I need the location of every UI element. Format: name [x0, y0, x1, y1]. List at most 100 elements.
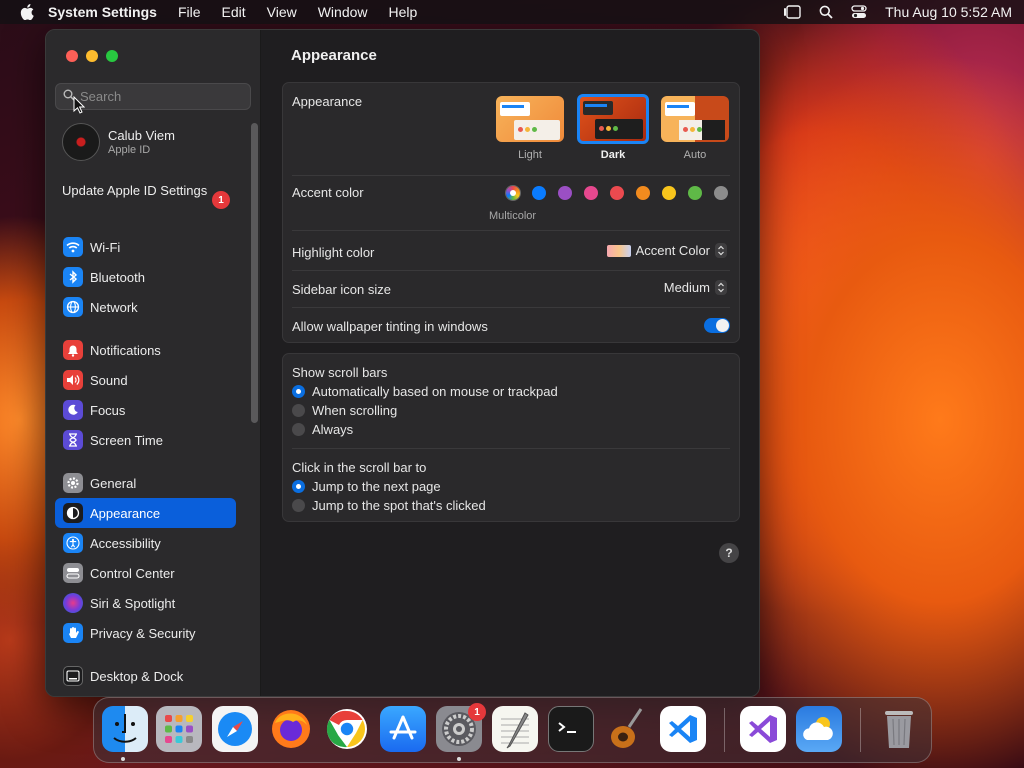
radio-label: Jump to the next page — [312, 479, 441, 494]
dock-safari-icon[interactable] — [212, 706, 258, 752]
moon-icon — [63, 400, 83, 420]
menu-view[interactable]: View — [267, 4, 297, 20]
accent-color-red[interactable] — [610, 186, 624, 200]
dock-finder-icon[interactable] — [102, 706, 148, 752]
dock-chrome-icon[interactable] — [324, 706, 370, 752]
sidebar-item-label: Screen Time — [90, 432, 163, 448]
apple-menu-icon[interactable] — [20, 4, 34, 20]
update-apple-id-settings[interactable]: Update Apple ID Settings — [62, 183, 232, 199]
click-scroll-bar-label: Click in the scroll bar to — [292, 460, 427, 475]
sidebar-scrollbar[interactable] — [251, 123, 258, 423]
search-input[interactable] — [80, 89, 240, 104]
dock-terminal-icon[interactable] — [548, 706, 594, 752]
sidebar-item-focus[interactable]: Focus — [55, 395, 236, 425]
dock-visual-studio-icon[interactable] — [740, 706, 786, 752]
accent-color-label: Accent color — [292, 185, 364, 200]
menu-help[interactable]: Help — [389, 4, 418, 20]
gear-icon — [63, 473, 83, 493]
menu-file[interactable]: File — [178, 4, 201, 20]
minimize-window-button[interactable] — [86, 50, 98, 62]
menu-app-name[interactable]: System Settings — [48, 4, 157, 20]
globe-icon — [63, 297, 83, 317]
sidebar-item-label: Accessibility — [90, 535, 161, 551]
siri-icon — [63, 593, 83, 613]
sidebar-item-label: Sound — [90, 372, 128, 388]
apple-id-profile[interactable]: Calub Viem Apple ID — [62, 123, 175, 161]
radio-button[interactable] — [292, 385, 305, 398]
scroll-bars-always-option[interactable]: Always — [292, 422, 353, 437]
close-window-button[interactable] — [66, 50, 78, 62]
menu-edit[interactable]: Edit — [222, 4, 246, 20]
avatar — [62, 123, 100, 161]
sidebar-item-sound[interactable]: Sound — [55, 365, 236, 395]
scroll-click-next-page-option[interactable]: Jump to the next page — [292, 479, 441, 494]
sidebar-item-network[interactable]: Network — [55, 292, 236, 322]
appearance-option-auto[interactable] — [661, 96, 729, 142]
accent-color-pink[interactable] — [584, 186, 598, 200]
zoom-window-button[interactable] — [106, 50, 118, 62]
appearance-option-auto-label: Auto — [683, 149, 707, 161]
profile-name: Calub Viem — [108, 128, 175, 143]
highlight-color-swatch — [606, 244, 631, 257]
help-button[interactable]: ? — [719, 543, 739, 563]
accent-color-orange[interactable] — [636, 186, 650, 200]
radio-button[interactable] — [292, 404, 305, 417]
dock: 1 — [93, 697, 932, 763]
sidebar-item-label: Desktop & Dock — [90, 668, 184, 684]
sidebar-item-general[interactable]: General — [55, 468, 236, 498]
show-scroll-bars-label: Show scroll bars — [292, 365, 388, 380]
sidebar-item-siri-spotlight[interactable]: Siri & Spotlight — [55, 588, 236, 618]
sidebar-item-screen-time[interactable]: Screen Time — [55, 425, 236, 455]
sidebar-item-control-center[interactable]: Control Center — [55, 558, 236, 588]
menubar: System Settings File Edit View Window He… — [0, 0, 1024, 24]
accent-color-purple[interactable] — [558, 186, 572, 200]
appearance-option-light[interactable] — [496, 96, 564, 142]
dock-weather-icon[interactable] — [796, 706, 842, 752]
dock-textedit-icon[interactable] — [492, 706, 538, 752]
profile-subtitle: Apple ID — [108, 144, 151, 156]
appearance-option-dark[interactable] — [577, 94, 649, 144]
dock-icon — [63, 666, 83, 686]
sidebar-list: Wi-Fi Bluetooth Network Notifications So… — [55, 232, 236, 691]
dock-launchpad-icon[interactable] — [156, 706, 202, 752]
sidebar-item-accessibility[interactable]: Accessibility — [55, 528, 236, 558]
radio-button[interactable] — [292, 423, 305, 436]
sidebar-item-appearance[interactable]: Appearance — [55, 498, 236, 528]
scroll-bars-when-scrolling-option[interactable]: When scrolling — [292, 403, 397, 418]
radio-label: Automatically based on mouse or trackpad — [312, 384, 558, 399]
sidebar-item-wifi[interactable]: Wi-Fi — [55, 232, 236, 262]
sidebar-icon-size-popup[interactable]: Medium — [664, 280, 727, 295]
menubar-clock[interactable]: Thu Aug 10 5:52 AM — [885, 4, 1012, 20]
dock-running-indicator — [457, 757, 461, 761]
wallpaper-tinting-toggle[interactable] — [704, 318, 730, 333]
menu-window[interactable]: Window — [318, 4, 368, 20]
bluetooth-icon — [63, 267, 83, 287]
stage-manager-icon[interactable] — [783, 5, 801, 19]
accent-color-graphite[interactable] — [714, 186, 728, 200]
sidebar-item-bluetooth[interactable]: Bluetooth — [55, 262, 236, 292]
control-center-menu-icon[interactable] — [851, 5, 867, 19]
dock-app-store-icon[interactable] — [380, 706, 426, 752]
dock-firefox-icon[interactable] — [268, 706, 314, 752]
speaker-icon — [63, 370, 83, 390]
accent-color-blue[interactable] — [532, 186, 546, 200]
spotlight-search-icon[interactable] — [819, 5, 833, 19]
accent-color-multicolor[interactable] — [506, 186, 520, 200]
scroll-bars-automatic-option[interactable]: Automatically based on mouse or trackpad — [292, 384, 558, 399]
dock-garageband-icon[interactable] — [604, 706, 650, 752]
sidebar-item-notifications[interactable]: Notifications — [55, 335, 236, 365]
radio-button[interactable] — [292, 499, 305, 512]
accent-color-selected-label: Multicolor — [489, 210, 537, 222]
sidebar-item-privacy-security[interactable]: Privacy & Security — [55, 618, 236, 648]
dock-trash-icon[interactable] — [876, 706, 922, 752]
sidebar-item-desktop-dock[interactable]: Desktop & Dock — [55, 661, 236, 691]
highlight-color-popup[interactable]: Accent Color — [606, 243, 727, 258]
appearance-label: Appearance — [292, 94, 363, 109]
scroll-click-spot-option[interactable]: Jump to the spot that's clicked — [292, 498, 486, 513]
accent-color-yellow[interactable] — [662, 186, 676, 200]
radio-button[interactable] — [292, 480, 305, 493]
dock-vscode-icon[interactable] — [660, 706, 706, 752]
accent-color-green[interactable] — [688, 186, 702, 200]
sidebar-icon-size-value: Medium — [663, 280, 710, 295]
accessibility-icon — [63, 533, 83, 553]
